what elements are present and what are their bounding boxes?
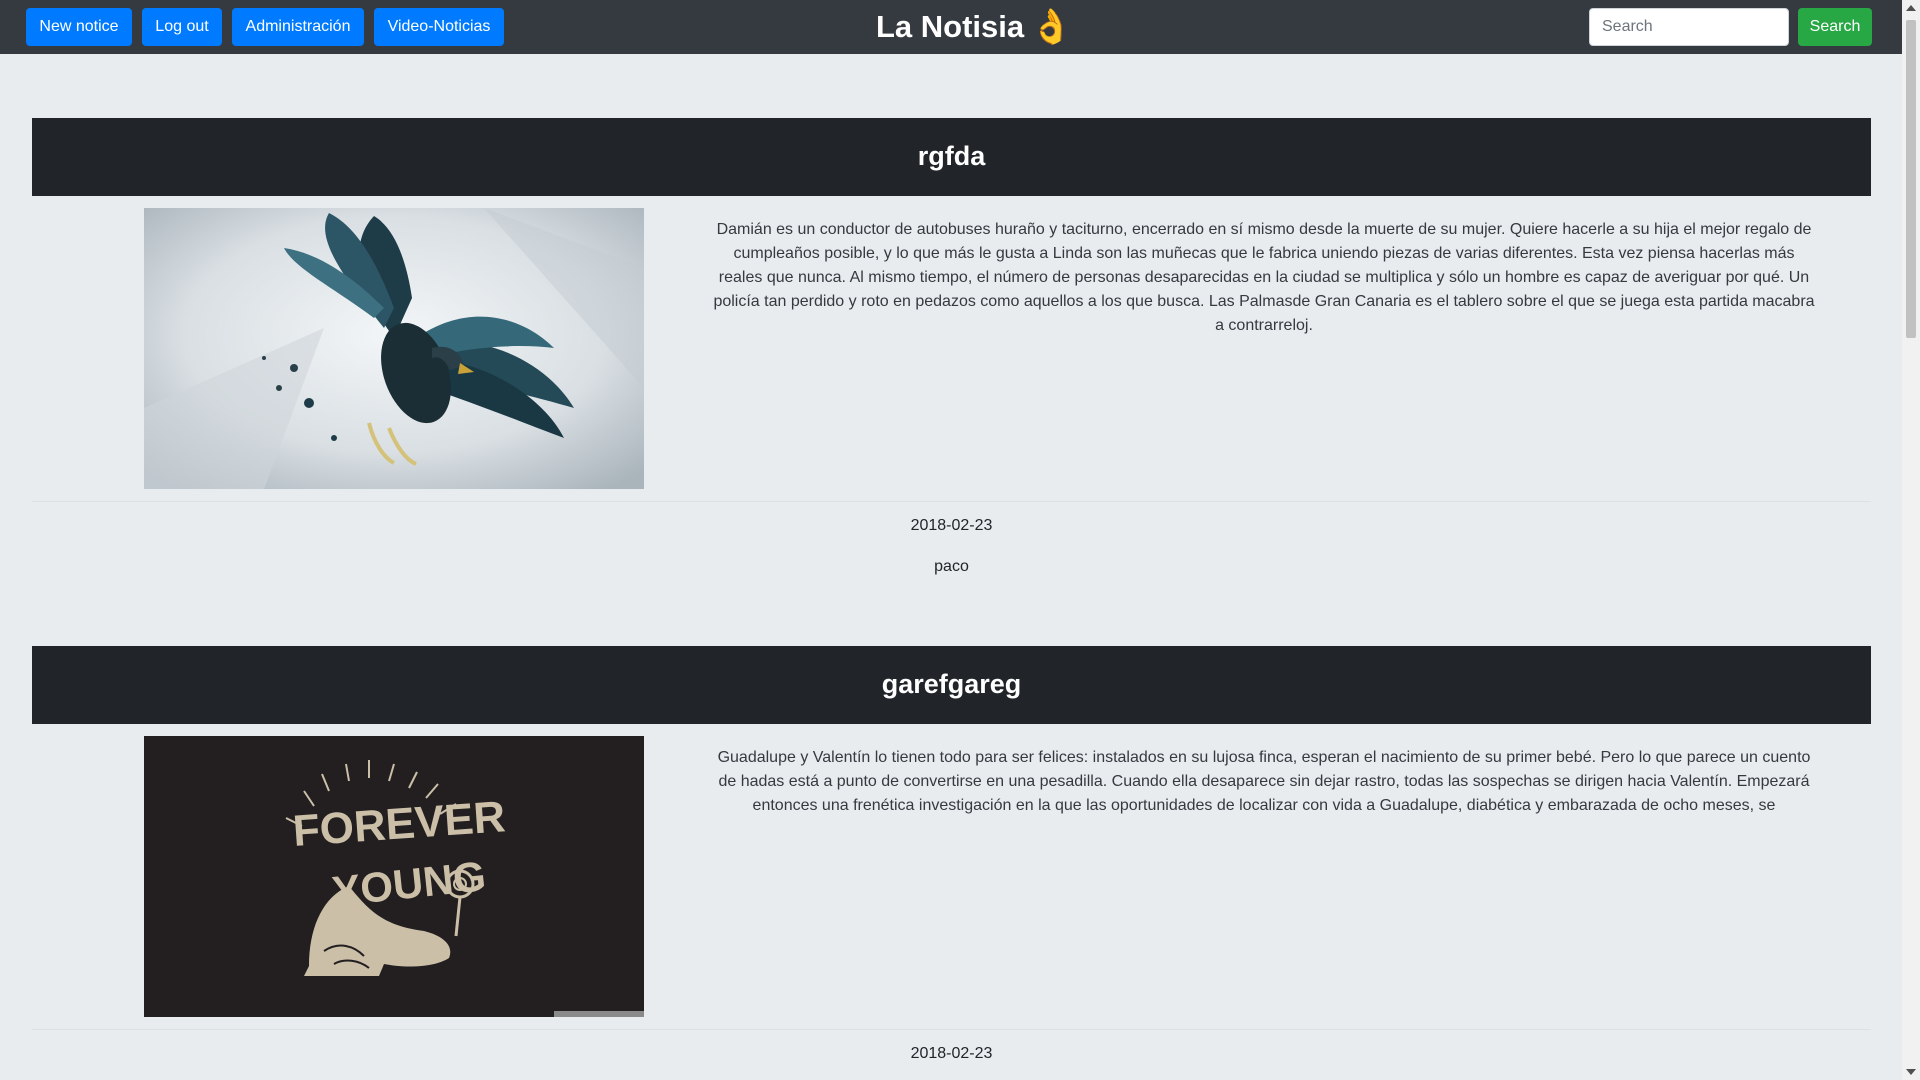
site-brand[interactable]: La Notisia 👌 <box>876 0 1073 54</box>
scroll-down-arrow-icon[interactable] <box>1906 1069 1916 1075</box>
scroll-thumb[interactable] <box>1906 20 1916 338</box>
article-body: Guadalupe y Valentín lo tienen todo para… <box>717 749 1811 814</box>
divider <box>32 1029 1871 1030</box>
article-author: paco <box>934 558 969 575</box>
vertical-scrollbar[interactable] <box>1902 0 1920 1080</box>
search-input[interactable] <box>1589 8 1789 46</box>
article-image-forever-young: FOREVER YOUNG <box>144 736 644 1017</box>
article-image-eagle <box>144 208 644 489</box>
new-notice-button[interactable]: New notice <box>26 8 132 46</box>
article-date: 2018-02-23 <box>910 517 993 534</box>
divider <box>32 501 1871 502</box>
brand-title: La Notisia <box>876 9 1025 44</box>
article-title: garefgareg <box>32 646 1871 724</box>
search-button[interactable]: Search <box>1798 8 1872 46</box>
scroll-up-arrow-icon[interactable] <box>1906 5 1916 11</box>
article-date: 2018-02-23 <box>910 1045 993 1062</box>
administracion-button[interactable]: Administración <box>232 8 364 46</box>
article-body: Damián es un conductor de autobuses hura… <box>713 221 1815 334</box>
ok-hand-icon: 👌 <box>1030 8 1073 46</box>
top-navbar: New notice Log out Administración Video-… <box>0 0 1902 54</box>
eagle-illustration <box>144 208 644 489</box>
log-out-button[interactable]: Log out <box>142 8 222 46</box>
video-noticias-button[interactable]: Video-Noticias <box>374 8 504 46</box>
article-title: rgfda <box>32 118 1871 196</box>
forever-young-illustration: FOREVER YOUNG <box>144 736 644 1017</box>
